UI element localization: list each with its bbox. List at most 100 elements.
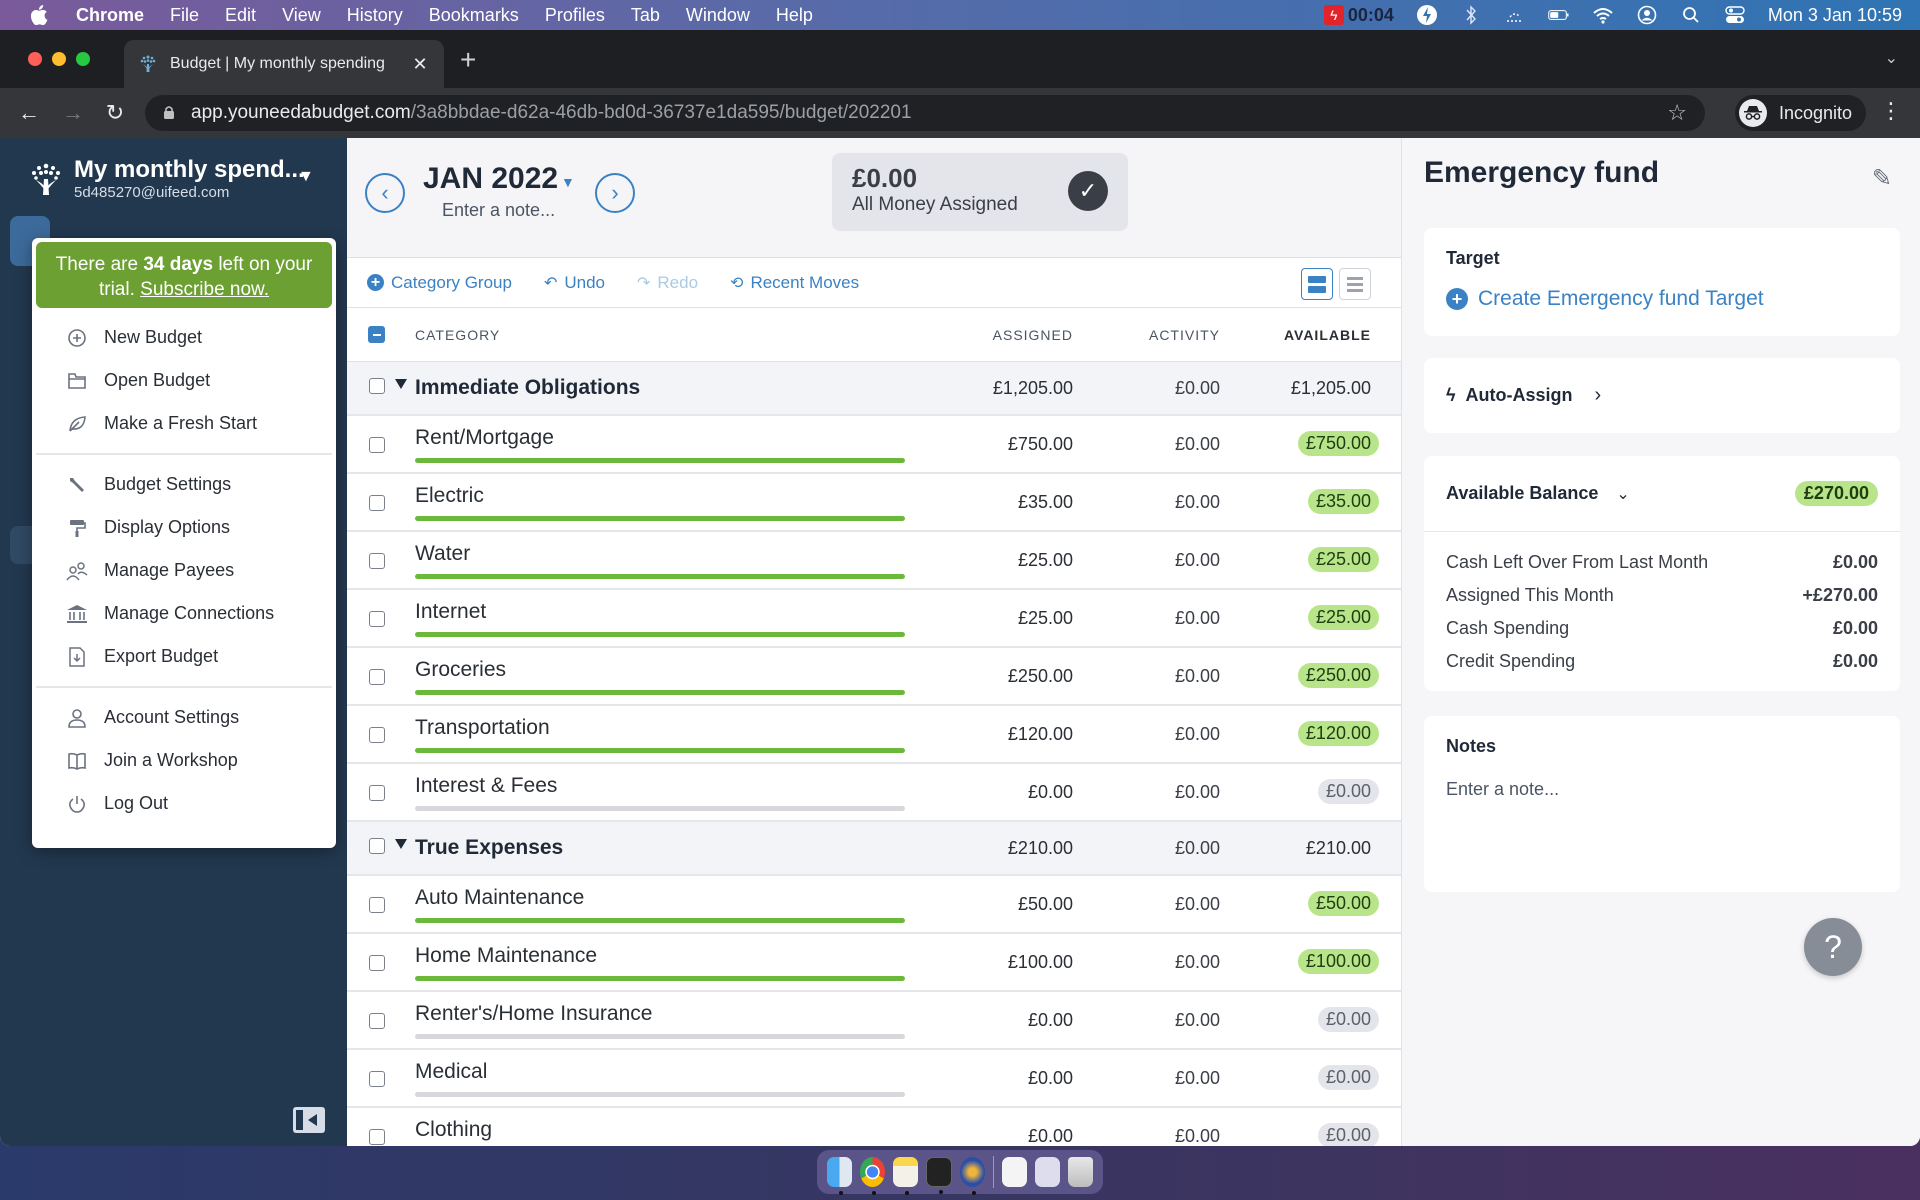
row-checkbox[interactable] (369, 669, 385, 685)
available-pill[interactable]: £0.00 (1317, 1065, 1379, 1090)
collapse-group-caret-icon[interactable] (395, 379, 407, 389)
screenshot-icon[interactable] (1034, 1157, 1060, 1187)
ready-to-assign-card[interactable]: £0.00 All Money Assigned ✓ (832, 153, 1128, 231)
available-pill[interactable]: £0.00 (1317, 1123, 1379, 1146)
activity-amount[interactable]: £0.00 (1175, 550, 1220, 571)
assigned-amount[interactable]: £0.00 (1028, 782, 1073, 803)
subscribe-now-link[interactable]: Subscribe now. (140, 279, 269, 300)
user-account-icon[interactable] (1636, 4, 1658, 26)
tab-search-chevron-icon[interactable]: ⌄ (1885, 48, 1898, 68)
close-window-button[interactable] (28, 52, 42, 66)
available-amount[interactable]: £100.00 (1297, 949, 1379, 974)
available-amount[interactable]: £50.00 (1307, 891, 1379, 916)
notes-icon[interactable] (893, 1157, 919, 1195)
activity-amount[interactable]: £0.00 (1175, 1010, 1220, 1031)
category-name[interactable]: Renter's/Home Insurance (415, 1002, 652, 1026)
category-name[interactable]: Rent/Mortgage (415, 426, 554, 450)
category-name[interactable]: Internet (415, 600, 486, 624)
compact-view-button[interactable] (1339, 268, 1371, 300)
available-amount[interactable]: £750.00 (1297, 431, 1379, 456)
apple-icon[interactable] (28, 4, 50, 26)
available-amount[interactable]: £25.00 (1307, 605, 1379, 630)
available-pill[interactable]: £25.00 (1307, 605, 1379, 630)
assigned-amount[interactable]: £100.00 (1008, 952, 1073, 973)
chrome-icon[interactable] (860, 1157, 886, 1195)
menu-tab[interactable]: Tab (631, 5, 660, 26)
menu-item-manage-connections[interactable]: Manage Connections (36, 592, 332, 635)
available-pill[interactable]: £750.00 (1297, 431, 1379, 456)
control-center-icon[interactable] (1724, 4, 1746, 26)
battery-icon[interactable] (1548, 4, 1570, 26)
group-name[interactable]: Immediate Obligations (415, 376, 640, 400)
category-row[interactable]: Interest & Fees £0.00 £0.00 £0.00 (347, 764, 1401, 822)
month-note-input[interactable]: Enter a note... (442, 200, 555, 221)
menu-window[interactable]: Window (686, 5, 750, 26)
create-target-button[interactable]: + Create Emergency fund Target (1446, 287, 1878, 311)
row-checkbox[interactable] (369, 1071, 385, 1087)
available-amount[interactable]: £25.00 (1307, 547, 1379, 572)
close-tab-icon[interactable]: ✕ (410, 54, 430, 75)
bluetooth-off-icon[interactable] (1460, 4, 1482, 26)
recent-moves-button[interactable]: ⟲ Recent Moves (730, 273, 859, 293)
category-row[interactable]: Renter's/Home Insurance £0.00 £0.00 £0.00 (347, 992, 1401, 1050)
category-name[interactable]: Groceries (415, 658, 506, 682)
previous-month-button[interactable]: ‹ (365, 173, 405, 213)
airplay-icon[interactable] (1504, 4, 1526, 26)
category-row[interactable]: Transportation £120.00 £0.00 £120.00 (347, 706, 1401, 764)
row-checkbox[interactable] (369, 495, 385, 511)
category-group-row[interactable]: Immediate Obligations £1,205.00 £0.00 £1,20… (347, 362, 1401, 416)
menu-file[interactable]: File (170, 5, 199, 26)
assigned-amount[interactable]: £35.00 (1018, 492, 1073, 513)
menu-item-budget-settings[interactable]: Budget Settings (36, 463, 332, 506)
category-group-row[interactable]: True Expenses £210.00 £0.00 £210.00 (347, 822, 1401, 876)
menu-item-fresh-start[interactable]: Make a Fresh Start (36, 402, 332, 445)
menu-item-open-budget[interactable]: Open Budget (36, 359, 332, 402)
available-pill[interactable]: £35.00 (1307, 489, 1379, 514)
menu-item-export-budget[interactable]: Export Budget (36, 635, 332, 678)
select-all-checkbox[interactable] (368, 326, 385, 343)
row-checkbox[interactable] (369, 838, 385, 854)
menu-item-log-out[interactable]: Log Out (36, 782, 332, 825)
category-name[interactable]: Electric (415, 484, 484, 508)
assigned-amount[interactable]: £0.00 (1028, 1010, 1073, 1031)
incognito-profile-button[interactable]: Incognito (1735, 95, 1867, 131)
lock-icon[interactable] (163, 105, 177, 121)
menu-item-new-budget[interactable]: New Budget (36, 316, 332, 359)
spotlight-search-icon[interactable] (1680, 4, 1702, 26)
menu-item-join-workshop[interactable]: Join a Workshop (36, 739, 332, 782)
available-pill[interactable]: £0.00 (1317, 1007, 1379, 1032)
category-row[interactable]: Home Maintenance £100.00 £0.00 £100.00 (347, 934, 1401, 992)
reload-button[interactable]: ↻ (102, 100, 128, 126)
chrome-menu-icon[interactable]: ⋮ (1880, 100, 1902, 122)
browser-tab-active[interactable]: Budget | My monthly spending ✕ (124, 40, 444, 88)
forward-button[interactable]: → (60, 100, 86, 126)
category-row[interactable]: Auto Maintenance £50.00 £0.00 £50.00 (347, 876, 1401, 934)
row-checkbox[interactable] (369, 553, 385, 569)
available-pill[interactable]: £120.00 (1297, 721, 1379, 746)
next-month-button[interactable]: › (595, 173, 635, 213)
assigned-amount[interactable]: £25.00 (1018, 608, 1073, 629)
row-checkbox[interactable] (369, 437, 385, 453)
wifi-icon[interactable] (1592, 4, 1614, 26)
available-amount[interactable]: £0.00 (1317, 779, 1379, 804)
activity-amount[interactable]: £0.00 (1175, 724, 1220, 745)
category-name[interactable]: Clothing (415, 1118, 492, 1142)
activity-amount[interactable]: £0.00 (1175, 608, 1220, 629)
undo-button[interactable]: ↶ Undo (544, 273, 605, 293)
assigned-amount[interactable]: £120.00 (1008, 724, 1073, 745)
row-checkbox[interactable] (369, 785, 385, 801)
category-row[interactable]: Rent/Mortgage £750.00 £0.00 £750.00 (347, 416, 1401, 474)
menu-item-display-options[interactable]: Display Options (36, 506, 332, 549)
assigned-amount[interactable]: £750.00 (1008, 434, 1073, 455)
budget-switcher-caret-icon[interactable]: ▼ (298, 168, 314, 186)
row-checkbox[interactable] (369, 611, 385, 627)
available-balance-toggle[interactable]: Available Balance ⌄ £270.00 (1424, 456, 1900, 532)
available-pill[interactable]: £25.00 (1307, 547, 1379, 572)
trash-icon[interactable] (1067, 1157, 1093, 1187)
assigned-amount[interactable]: £50.00 (1018, 894, 1073, 915)
month-picker-caret-icon[interactable]: ▼ (561, 174, 575, 190)
menu-app-name[interactable]: Chrome (76, 5, 144, 26)
bolt-app-dock-icon[interactable] (959, 1157, 985, 1195)
menu-help[interactable]: Help (776, 5, 813, 26)
row-checkbox[interactable] (369, 378, 385, 394)
